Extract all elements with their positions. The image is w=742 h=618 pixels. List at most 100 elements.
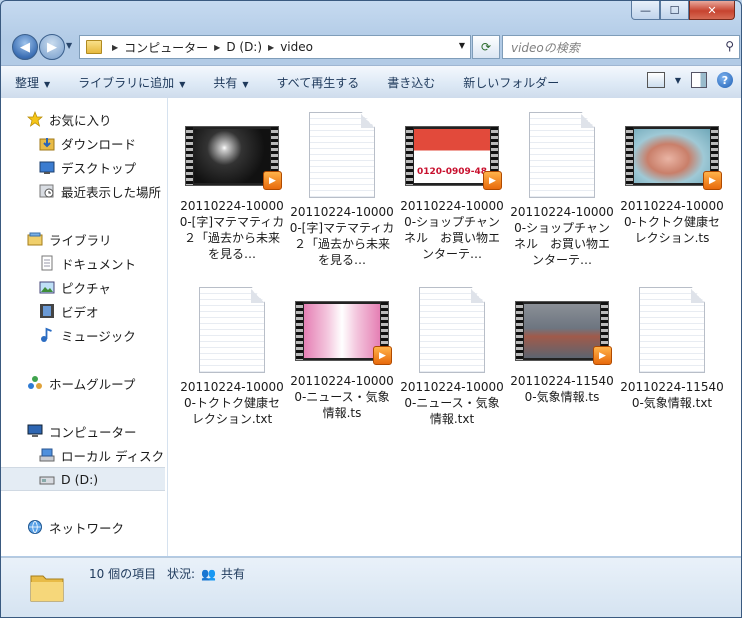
- homegroup-icon: [28, 376, 42, 389]
- nav-favorites-label: お気に入り: [49, 112, 112, 128]
- change-view-icon[interactable]: [646, 72, 665, 88]
- breadcrumb-computer[interactable]: コンピューター: [124, 39, 208, 56]
- nav-homegroup[interactable]: ホームグループ: [27, 372, 135, 394]
- refresh-icon: ⟳: [480, 40, 492, 54]
- arrow-left-icon: ◀: [20, 39, 30, 55]
- text-file-icon: [419, 287, 485, 373]
- computer-icon: [27, 424, 43, 437]
- sharing-state: 状況: 👥 共有: [167, 565, 245, 582]
- search-placeholder: videoの検索: [511, 40, 580, 55]
- thumbnail-phone-number: 0120-0909-48: [416, 167, 488, 177]
- chevron-down-icon[interactable]: ▼: [675, 76, 681, 85]
- arrow-right-icon: ▶: [47, 39, 57, 55]
- breadcrumb-separator-icon[interactable]: ▶: [112, 43, 118, 52]
- nav-computer[interactable]: コンピューター: [27, 420, 137, 442]
- preview-pane-icon[interactable]: [691, 72, 707, 88]
- file-item[interactable]: ▶ 20110224-100000-トクトク健康セレクション.ts: [619, 112, 725, 246]
- desktop-icon: [39, 161, 55, 174]
- nav-videos[interactable]: ビデオ: [39, 300, 99, 322]
- file-item[interactable]: 0120-0909-48 ▶ 20110224-100000-ショップチャンネル…: [399, 112, 505, 262]
- nav-downloads[interactable]: ダウンロード: [39, 132, 136, 154]
- file-name: 20110224-100000-トクトク健康セレクション.txt: [180, 380, 284, 426]
- file-name: 20110224-100000-ニュース・気象情報.ts: [290, 374, 394, 420]
- breadcrumb-drive-d[interactable]: D (D:): [226, 40, 262, 54]
- minimize-button[interactable]: —: [631, 1, 660, 20]
- details-pane: 10 個の項目 状況: 👥 共有: [1, 557, 741, 617]
- maximize-button[interactable]: ☐: [660, 1, 689, 20]
- network-icon: [28, 520, 42, 534]
- breadcrumb-separator-icon[interactable]: ▶: [268, 43, 274, 52]
- nav-desktop-label: デスクトップ: [61, 160, 137, 176]
- nav-pictures[interactable]: ピクチャ: [39, 276, 111, 298]
- nav-drive-d-label: D (D:): [61, 471, 99, 487]
- nav-computer-label: コンピューター: [49, 424, 137, 440]
- address-dropdown-icon[interactable]: ▼: [459, 41, 465, 50]
- command-bar: 整理 ▼ ライブラリに追加 ▼ 共有 ▼ すべて再生する 書き込む 新しいフォルダー …: [1, 65, 741, 99]
- folder-icon: [86, 40, 102, 54]
- file-list: ▶ 20110224-100000-[字]マテマティカ２「過去から未来を見る… …: [168, 98, 741, 556]
- breadcrumb-video[interactable]: video: [280, 40, 313, 54]
- state-value: 共有: [221, 567, 246, 581]
- text-file-icon: [309, 112, 375, 198]
- file-item[interactable]: 20110224-100000-ショップチャンネル お買い物エンターテ…: [509, 112, 615, 268]
- pictures-icon: [39, 281, 55, 294]
- breadcrumb-separator-icon[interactable]: ▶: [214, 43, 220, 52]
- video-file-icon: 0120-0909-48 ▶: [405, 126, 502, 190]
- new-folder-button[interactable]: 新しいフォルダー: [449, 74, 573, 91]
- help-icon[interactable]: ?: [717, 72, 733, 88]
- play-icon: ▶: [483, 171, 502, 190]
- nav-documents-label: ドキュメント: [61, 256, 137, 272]
- file-name: 20110224-100000-ニュース・気象情報.txt: [400, 380, 504, 426]
- add-to-library-button[interactable]: ライブラリに追加 ▼: [64, 74, 199, 91]
- recent-places-icon: [39, 184, 54, 198]
- nav-network[interactable]: ネットワーク: [27, 516, 124, 538]
- burn-button[interactable]: 書き込む: [373, 74, 449, 91]
- nav-music[interactable]: ミュージック: [39, 324, 136, 346]
- explorer-window: — ☐ ✕ ◀ ▶ ▼ ▶ コンピューター ▶ D (D:) ▶ video ▼…: [0, 0, 742, 618]
- address-bar[interactable]: ▶ コンピューター ▶ D (D:) ▶ video ▼: [79, 35, 471, 59]
- file-name: 20110224-100000-ショップチャンネル お買い物エンターテ…: [510, 205, 614, 267]
- nav-libraries[interactable]: ライブラリ: [27, 228, 112, 250]
- chevron-down-icon: ▼: [44, 79, 51, 89]
- file-name: 20110224-100000-[字]マテマティカ２「過去から未来を見る…: [289, 205, 395, 267]
- file-item[interactable]: ▶ 20110224-100000-[字]マテマティカ２「過去から未来を見る…: [179, 112, 285, 262]
- nav-recent-places-label: 最近表示した場所: [61, 184, 162, 200]
- nav-favorites[interactable]: お気に入り: [27, 108, 112, 130]
- search-input[interactable]: videoの検索 ⚲: [502, 35, 740, 59]
- download-folder-icon: [39, 138, 55, 151]
- file-name: 20110224-100000-ショップチャンネル お買い物エンターテ…: [400, 199, 504, 261]
- play-all-button[interactable]: すべて再生する: [263, 74, 374, 91]
- search-icon[interactable]: ⚲: [717, 39, 734, 53]
- file-item[interactable]: 20110224-115400-気象情報.txt: [619, 287, 725, 411]
- nav-network-label: ネットワーク: [49, 520, 125, 536]
- nav-recent-places[interactable]: 最近表示した場所: [39, 180, 161, 202]
- file-item[interactable]: ▶ 20110224-115400-気象情報.ts: [509, 287, 615, 405]
- star-icon: [27, 111, 43, 127]
- state-label: 状況:: [167, 567, 196, 581]
- organize-label: 整理: [15, 75, 40, 90]
- file-item[interactable]: 20110224-100000-トクトク健康セレクション.txt: [179, 287, 285, 427]
- shared-people-icon: 👥: [201, 566, 216, 581]
- file-item[interactable]: ▶ 20110224-100000-ニュース・気象情報.ts: [289, 287, 395, 421]
- close-button[interactable]: ✕: [689, 1, 735, 20]
- back-button[interactable]: ◀: [12, 34, 38, 60]
- share-button[interactable]: 共有 ▼: [199, 74, 262, 91]
- nav-documents[interactable]: ドキュメント: [39, 252, 136, 274]
- file-item[interactable]: 20110224-100000-[字]マテマティカ２「過去から未来を見る…: [289, 112, 395, 268]
- nav-local-disk[interactable]: ローカル ディスク (: [39, 444, 168, 466]
- nav-local-disk-label: ローカル ディスク (: [61, 448, 168, 464]
- video-file-icon: ▶: [185, 126, 282, 190]
- video-file-icon: ▶: [515, 301, 612, 365]
- nav-desktop[interactable]: デスクトップ: [39, 156, 136, 178]
- file-name: 20110224-115400-気象情報.ts: [510, 374, 614, 404]
- organize-button[interactable]: 整理 ▼: [1, 74, 64, 91]
- file-item[interactable]: 20110224-100000-ニュース・気象情報.txt: [399, 287, 505, 427]
- recent-pages-button[interactable]: ▼: [66, 41, 72, 50]
- refresh-button[interactable]: ⟳: [472, 35, 500, 59]
- chevron-down-icon: ▼: [66, 41, 73, 50]
- nav-drive-d[interactable]: D (D:): [1, 467, 165, 491]
- music-icon: [41, 327, 52, 342]
- documents-icon: [41, 255, 53, 271]
- video-file-icon: ▶: [295, 301, 392, 365]
- forward-button[interactable]: ▶: [39, 34, 65, 60]
